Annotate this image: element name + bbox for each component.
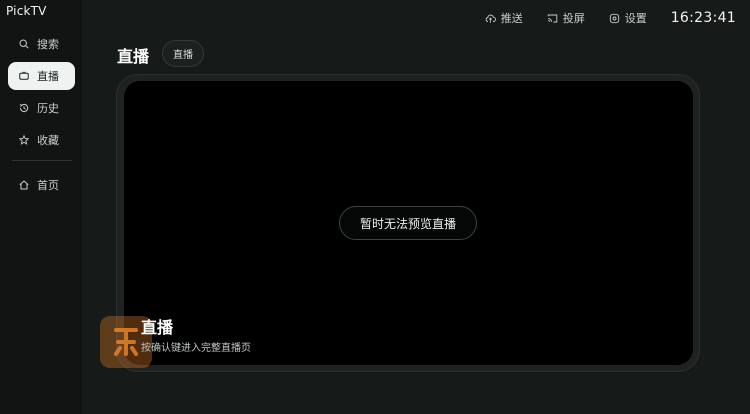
category-chip[interactable]: 直播 [162,40,204,67]
push-label: 推送 [500,12,523,25]
star-icon [19,135,29,145]
clock: 16:23:41 [670,10,736,26]
cloud-upload-icon [485,14,496,23]
page-title: 直播 [117,47,150,66]
cast-icon [547,14,557,22]
history-icon [19,103,29,113]
push-button[interactable]: 推送 [485,10,523,26]
sidebar-divider [12,160,72,161]
gear-icon [609,13,619,23]
home-icon [19,180,29,190]
sidebar-item-search[interactable]: 搜索 [8,30,75,58]
sidebar-item-label: 搜索 [37,38,59,51]
sidebar-nav: 搜索 直播 历史 收藏 首页 [8,30,75,203]
top-bar: 推送 投屏 设置 16:23:41 [485,8,736,28]
search-icon [19,39,29,49]
app-title: PickTV [6,4,47,18]
logo-icon [114,328,138,356]
sidebar: PickTV 搜索 直播 历史 收藏 首页 [0,0,82,414]
card-subtitle: 按确认键进入完整直播页 [141,343,251,354]
sidebar-item-label: 直播 [37,70,59,83]
sidebar-item-label: 历史 [37,102,59,115]
settings-button[interactable]: 设置 [609,10,647,26]
cast-button[interactable]: 投屏 [547,10,585,26]
sidebar-item-favorites[interactable]: 收藏 [8,126,75,154]
sidebar-item-history[interactable]: 历史 [8,94,75,122]
cast-label: 投屏 [562,12,585,25]
settings-label: 设置 [624,12,647,25]
preview-unavailable-message: 暂时无法预览直播 [339,206,477,240]
card-title: 直播 [141,318,174,337]
sidebar-item-label: 收藏 [37,134,59,147]
live-tv-icon [19,71,29,81]
sidebar-item-live[interactable]: 直播 [8,62,75,90]
sidebar-item-label: 首页 [37,179,59,192]
sidebar-item-home[interactable]: 首页 [8,171,75,199]
